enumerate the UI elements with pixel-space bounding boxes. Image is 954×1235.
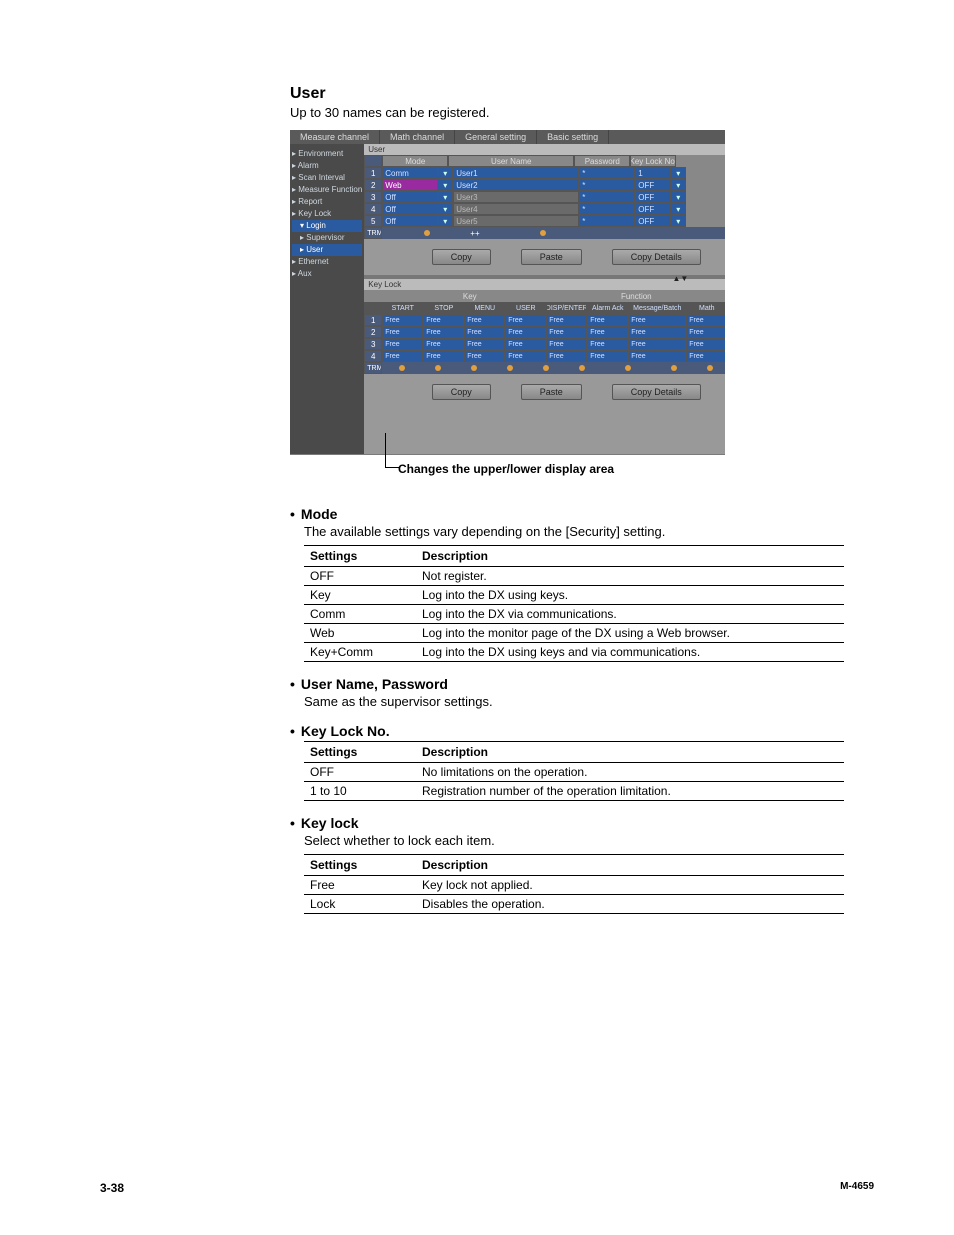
tree-user[interactable]: ▸ User (292, 244, 362, 256)
tree-supervisor[interactable]: ▸ Supervisor (292, 232, 362, 244)
col-group-function: Function (559, 290, 713, 302)
tree-login[interactable]: ▾ Login (292, 220, 362, 232)
copy-details-button[interactable]: Copy Details (612, 249, 701, 265)
user-row[interactable]: 4 Off▾ User4 * OFF▾ (364, 203, 725, 215)
tab-math-channel[interactable]: Math channel (380, 130, 455, 144)
col-group-key: Key (380, 290, 559, 302)
chevron-down-icon[interactable]: ▾ (671, 179, 686, 191)
user-row[interactable]: 2 Web▾ User2 * OFF▾ (364, 179, 725, 191)
paste-button[interactable]: Paste (521, 384, 582, 400)
chevron-down-icon[interactable]: ▾ (671, 203, 686, 215)
config-window-screenshot: Measure channel Math channel General set… (290, 130, 725, 455)
user-row[interactable]: 3 Off▾ User3 * OFF▾ (364, 191, 725, 203)
document-id: M-4659 (840, 1181, 874, 1195)
username-password-description: Same as the supervisor settings. (304, 694, 874, 709)
chevron-down-icon[interactable]: ▾ (438, 179, 453, 191)
tab-general-setting[interactable]: General setting (455, 130, 537, 144)
tree-alarm[interactable]: ▸ Alarm (292, 160, 362, 172)
keylock-row[interactable]: 1 FreeFreeFreeFreeFreeFreeFreeFreeFree (364, 314, 725, 326)
user-row[interactable]: 5 Off▾ User5 * OFF▾ (364, 215, 725, 227)
tree-environment[interactable]: ▸ Environment (292, 148, 362, 160)
col-username: User Name (448, 155, 574, 167)
keylock-no-table: SettingsDescription OFFNo limitations on… (304, 741, 844, 801)
tab-basic-setting[interactable]: Basic setting (537, 130, 609, 144)
subsection-keylock-no: •Key Lock No. (290, 723, 874, 739)
copy-details-button[interactable]: Copy Details (612, 384, 701, 400)
keylock-row[interactable]: 2 FreeFreeFreeFreeFreeFreeFreeFreeFree (364, 326, 725, 338)
upper-panel-label: User (364, 144, 725, 155)
paste-button[interactable]: Paste (521, 249, 582, 265)
section-subtitle: Up to 30 names can be registered. (290, 105, 874, 120)
copy-button[interactable]: Copy (432, 249, 491, 265)
splitter-handle[interactable]: ▲▼ (364, 275, 725, 279)
copy-button[interactable]: Copy (432, 384, 491, 400)
subsection-keylock: •Key lock (290, 815, 874, 831)
page-number: 3-38 (100, 1181, 124, 1195)
user-row[interactable]: 1 Comm▾ User1 * 1▾ (364, 167, 725, 179)
lower-panel-label: Key Lock (364, 279, 725, 290)
tree-scan-interval[interactable]: ▸ Scan Interval (292, 172, 362, 184)
subsection-username-password: •User Name, Password (290, 676, 874, 692)
col-mode: Mode (382, 155, 448, 167)
chevron-down-icon[interactable]: ▾ (438, 167, 453, 179)
tree-report[interactable]: ▸ Report (292, 196, 362, 208)
section-heading: User (290, 85, 874, 103)
mode-description: The available settings vary depending on… (304, 524, 874, 539)
tree-key-lock[interactable]: ▸ Key Lock (292, 208, 362, 220)
tree-aux[interactable]: ▸ Aux (292, 268, 362, 280)
callout-annotation: Changes the upper/lower display area (398, 461, 874, 476)
keylock-row[interactable]: 3 FreeFreeFreeFreeFreeFreeFreeFreeFree (364, 338, 725, 350)
keylock-row[interactable]: 4 FreeFreeFreeFreeFreeFreeFreeFreeFree (364, 350, 725, 362)
mode-table: SettingsDescription OFFNot register. Key… (304, 545, 844, 662)
tab-measure-channel[interactable]: Measure channel (290, 130, 380, 144)
col-password: Password (574, 155, 630, 167)
col-keylockno: Key Lock No. (630, 155, 676, 167)
user-grid: Mode User Name Password Key Lock No. 1 C… (364, 155, 725, 239)
chevron-down-icon[interactable]: ▾ (438, 215, 453, 227)
nav-tree[interactable]: ▸ Environment ▸ Alarm ▸ Scan Interval ▸ … (290, 144, 364, 454)
chevron-down-icon[interactable]: ▾ (671, 215, 686, 227)
chevron-down-icon[interactable]: ▾ (438, 203, 453, 215)
keylock-description: Select whether to lock each item. (304, 833, 874, 848)
chevron-down-icon[interactable]: ▾ (438, 191, 453, 203)
keylock-table: SettingsDescription FreeKey lock not app… (304, 854, 844, 914)
subsection-mode: •Mode (290, 506, 874, 522)
chevron-down-icon[interactable]: ▾ (671, 167, 686, 179)
chevron-down-icon[interactable]: ▾ (671, 191, 686, 203)
tree-measure-function[interactable]: ▸ Measure Function (292, 184, 362, 196)
tree-ethernet[interactable]: ▸ Ethernet (292, 256, 362, 268)
